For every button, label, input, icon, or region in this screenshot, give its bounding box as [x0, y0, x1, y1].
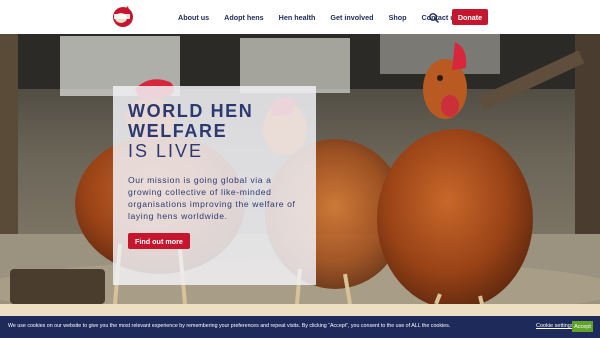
cookie-settings-link[interactable]: Cookie settings	[536, 323, 574, 329]
section-divider	[0, 304, 600, 316]
hero-title: WORLD HEN WELFARE	[128, 101, 254, 141]
nav-hen-health[interactable]: Hen health	[279, 13, 316, 22]
donate-button[interactable]: Donate	[452, 9, 488, 25]
hero-card: WORLD HEN WELFARE IS LIVE Our mission is…	[113, 86, 316, 285]
nav-get-involved[interactable]: Get involved	[330, 13, 373, 22]
search-icon[interactable]	[428, 11, 440, 23]
nav-shop[interactable]: Shop	[389, 13, 407, 22]
site-header: About us Adopt hens Hen health Get invol…	[0, 0, 600, 34]
cookie-message: We use cookies on our website to give yo…	[8, 323, 451, 329]
cookie-banner: We use cookies on our website to give yo…	[0, 316, 600, 338]
hero-subtitle: IS LIVE	[128, 141, 204, 161]
accept-button[interactable]: Accept	[572, 321, 593, 332]
hero-banner: WORLD HEN WELFARE IS LIVE Our mission is…	[0, 34, 600, 304]
find-out-more-button[interactable]: Find out more	[128, 233, 190, 249]
nav-adopt-hens[interactable]: Adopt hens	[224, 13, 264, 22]
hen-logo[interactable]	[110, 5, 136, 28]
nav-about-us[interactable]: About us	[178, 13, 209, 22]
hero-description: Our mission is going global via a growin…	[128, 175, 296, 221]
